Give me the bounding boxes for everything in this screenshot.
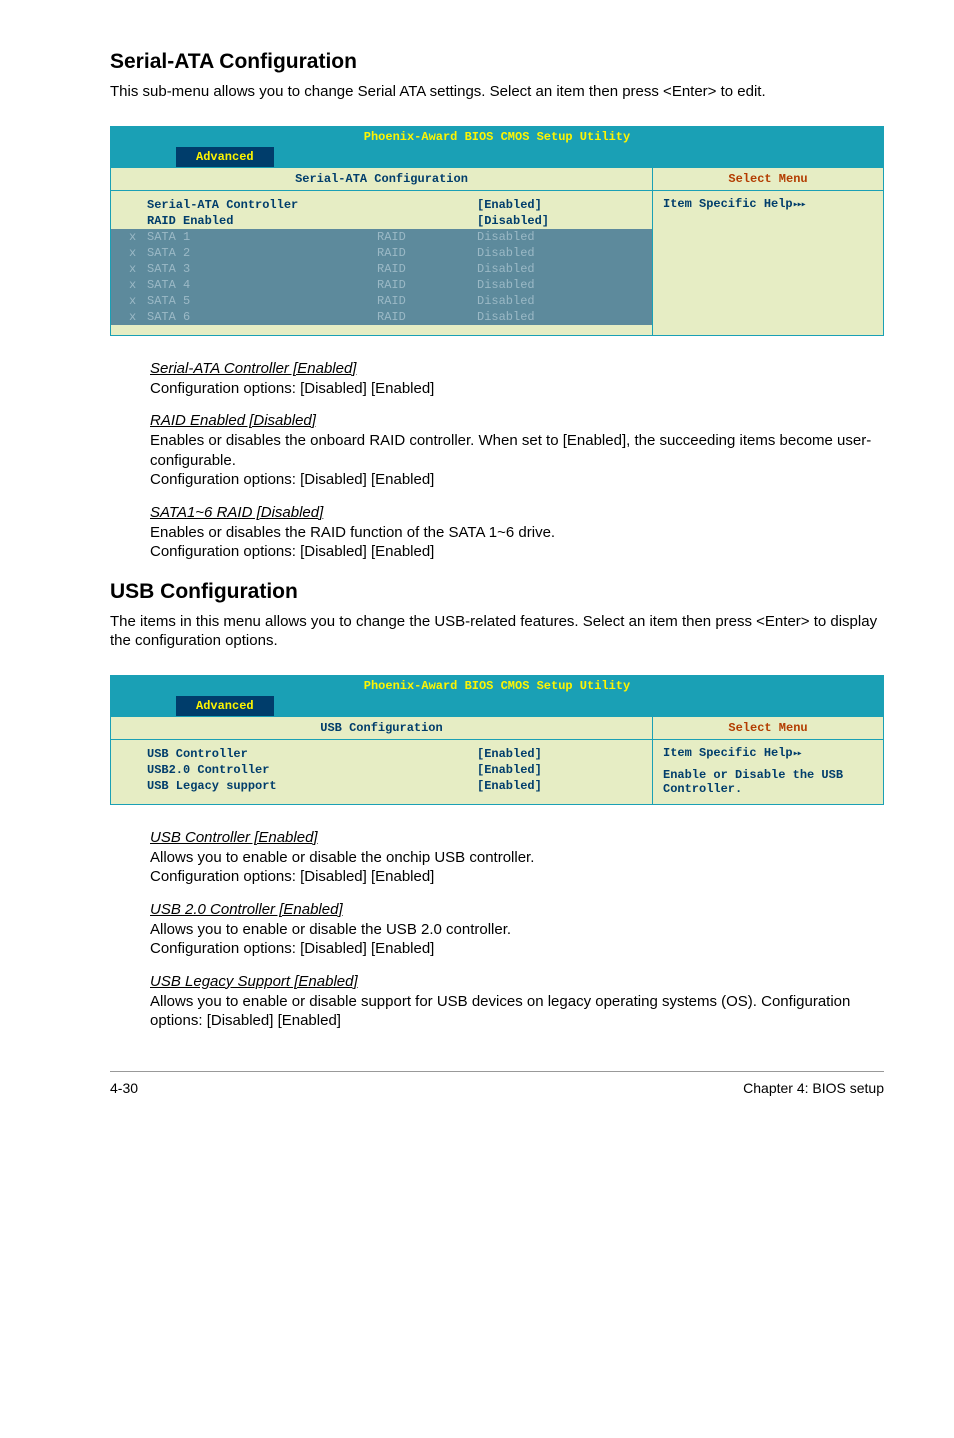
setting-sata3: x SATA 3 RAID Disabled <box>111 261 652 277</box>
setting-usb-legacy[interactable]: USB Legacy support [Enabled] <box>129 778 634 794</box>
setting-value: [Enabled] <box>477 198 617 212</box>
setting-name: Serial-ATA Controller <box>147 198 377 212</box>
section-heading-usb: USB Configuration <box>110 580 884 604</box>
setting-value: [Disabled] <box>477 214 617 228</box>
bios-panel-title: Serial-ATA Configuration <box>111 168 653 190</box>
bios-panel-serial-ata: Phoenix-Award BIOS CMOS Setup Utility Ad… <box>110 126 884 336</box>
setting-serial-ata-controller[interactable]: Serial-ATA Controller [Enabled] <box>129 197 634 213</box>
setting-name: USB Legacy support <box>147 779 377 793</box>
bios-tab-advanced[interactable]: Advanced <box>176 696 274 716</box>
setting-name: USB Controller <box>147 747 377 761</box>
bios-tab-advanced[interactable]: Advanced <box>176 147 274 167</box>
param-title-raid-enabled: RAID Enabled [Disabled] <box>150 412 884 429</box>
section-intro-serial-ata: This sub-menu allows you to change Seria… <box>110 82 884 102</box>
setting-sata5: x SATA 5 RAID Disabled <box>111 293 652 309</box>
param-body-usb-controller: Allows you to enable or disable the onch… <box>150 848 884 887</box>
page-number: 4-30 <box>110 1080 138 1096</box>
param-body-usb20: Allows you to enable or disable the USB … <box>150 920 884 959</box>
param-title-usb-legacy: USB Legacy Support [Enabled] <box>150 973 884 990</box>
setting-usb20-controller[interactable]: USB2.0 Controller [Enabled] <box>129 762 634 778</box>
bios-help-label: Item Specific Help <box>663 197 793 211</box>
setting-usb-controller[interactable]: USB Controller [Enabled] <box>129 746 634 762</box>
bios-tab-row: Advanced <box>111 147 883 167</box>
bios-title: Phoenix-Award BIOS CMOS Setup Utility <box>111 127 883 147</box>
section-intro-usb: The items in this menu allows you to cha… <box>110 612 884 651</box>
param-title-usb20: USB 2.0 Controller [Enabled] <box>150 901 884 918</box>
param-title-sata-raid: SATA1~6 RAID [Disabled] <box>150 504 884 521</box>
setting-sata4: x SATA 4 RAID Disabled <box>111 277 652 293</box>
bios-select-menu: Select Menu <box>653 168 883 190</box>
bios-help-label: Item Specific Help <box>663 746 793 760</box>
bios-panel-usb: Phoenix-Award BIOS CMOS Setup Utility Ad… <box>110 675 884 805</box>
param-body-sata-raid: Enables or disables the RAID function of… <box>150 523 884 562</box>
bios-select-menu: Select Menu <box>653 717 883 739</box>
param-title-serial-controller: Serial-ATA Controller [Enabled] <box>150 360 884 377</box>
param-title-usb-controller: USB Controller [Enabled] <box>150 829 884 846</box>
setting-name: USB2.0 Controller <box>147 763 377 777</box>
bios-panel-title: USB Configuration <box>111 717 653 739</box>
section-heading-serial-ata: Serial-ATA Configuration <box>110 50 884 74</box>
setting-value: [Enabled] <box>477 779 617 793</box>
setting-sata2: x SATA 2 RAID Disabled <box>111 245 652 261</box>
setting-raid-enabled[interactable]: RAID Enabled [Disabled] <box>129 213 634 229</box>
help-arrow-icon <box>793 746 801 760</box>
param-body-serial-controller: Configuration options: [Disabled] [Enabl… <box>150 379 884 399</box>
page-footer: 4-30 Chapter 4: BIOS setup <box>110 1071 884 1096</box>
setting-value: [Enabled] <box>477 763 617 777</box>
bios-help-area: Item Specific Help Enable or Disable the… <box>653 740 883 804</box>
bios-help-text: Enable or Disable the USB Controller. <box>663 768 843 796</box>
param-body-raid-enabled: Enables or disables the onboard RAID con… <box>150 431 884 490</box>
bios-title: Phoenix-Award BIOS CMOS Setup Utility <box>111 676 883 696</box>
setting-sata6: x SATA 6 RAID Disabled <box>111 309 652 325</box>
bios-main-area[interactable]: Serial-ATA Controller [Enabled] RAID Ena… <box>111 191 653 335</box>
param-body-usb-legacy: Allows you to enable or disable support … <box>150 992 884 1031</box>
help-arrow-icon <box>793 197 805 211</box>
setting-value: [Enabled] <box>477 747 617 761</box>
bios-tab-row: Advanced <box>111 696 883 716</box>
bios-main-area[interactable]: USB Controller [Enabled] USB2.0 Controll… <box>111 740 653 804</box>
setting-sata1: x SATA 1 RAID Disabled <box>111 229 652 245</box>
chapter-label: Chapter 4: BIOS setup <box>743 1080 884 1096</box>
setting-name: RAID Enabled <box>147 214 377 228</box>
bios-help-area: Item Specific Help <box>653 191 883 335</box>
